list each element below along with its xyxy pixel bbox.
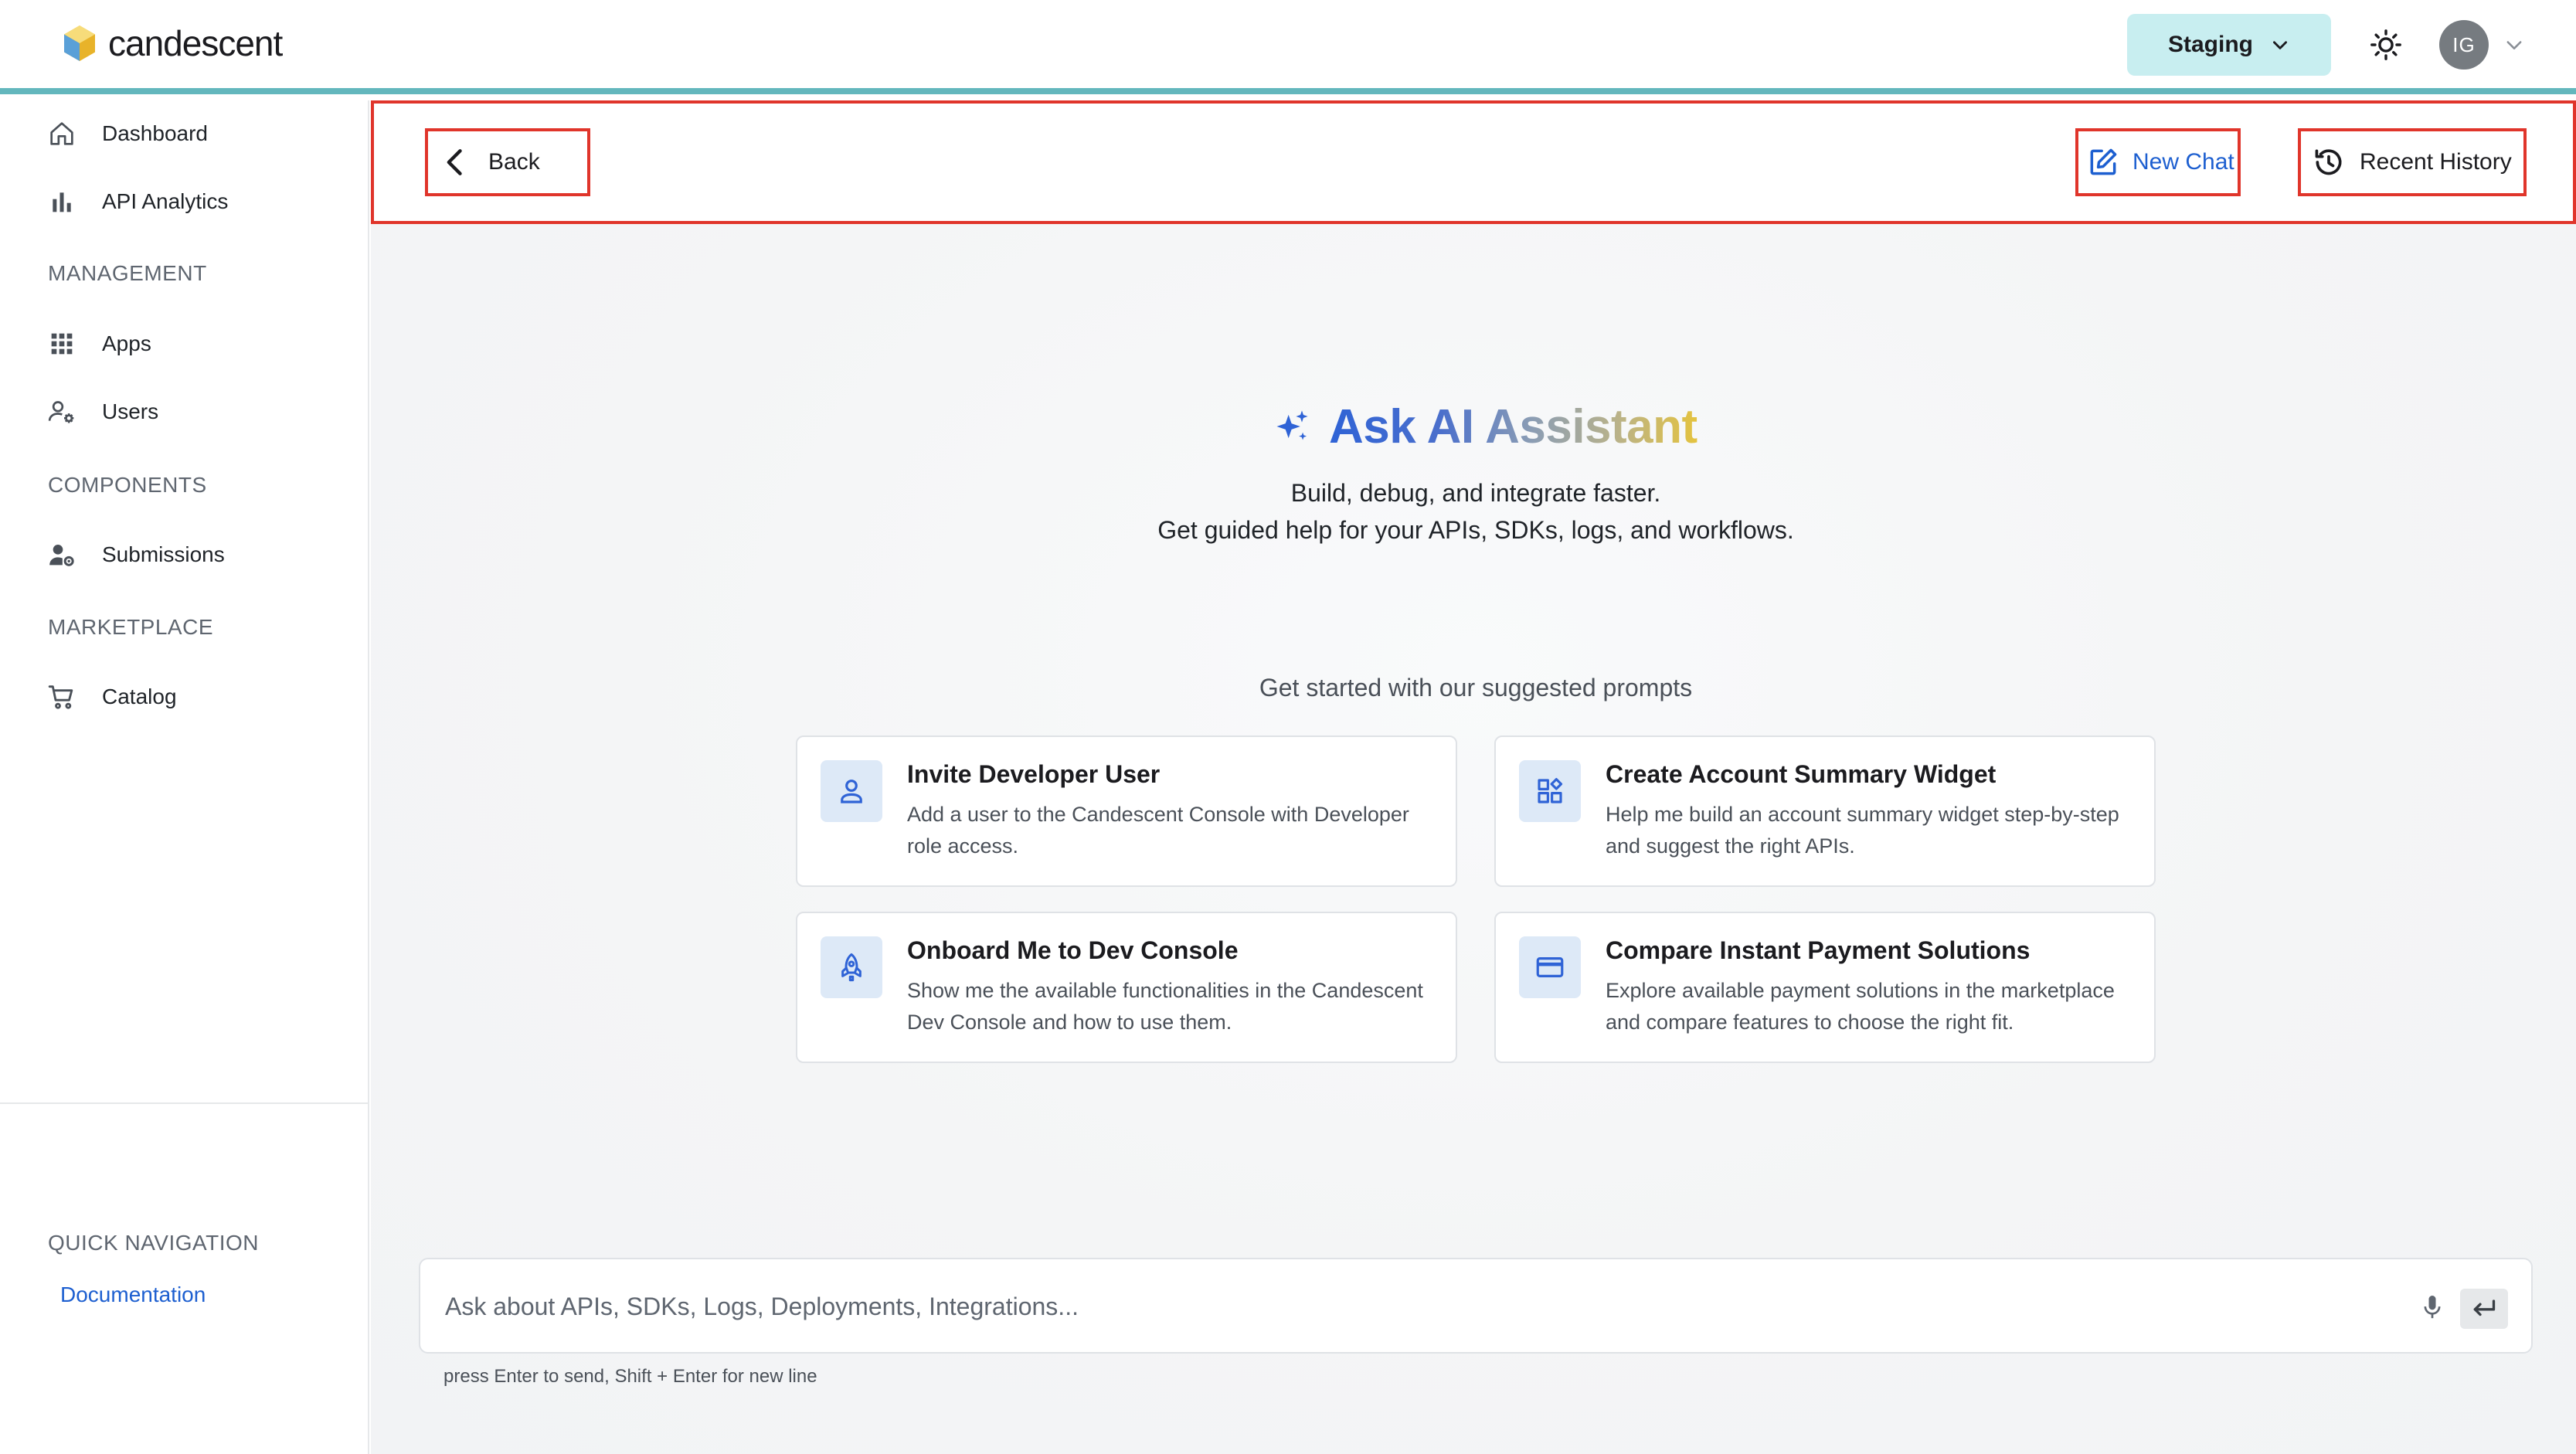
assistant-title: Ask AI Assistant (1329, 399, 1698, 454)
suggestion-card-onboard-dev-console[interactable]: Onboard Me to Dev Console Show me the av… (796, 912, 1457, 1063)
assistant-heading: Ask AI Assistant (1272, 396, 1698, 457)
user-settings-icon (48, 401, 74, 423)
sidebar-item-label: Dashboard (102, 121, 208, 145)
sidebar-item-dashboard[interactable]: Dashboard (46, 110, 208, 157)
chat-input[interactable] (445, 1282, 2377, 1330)
sparkles-icon (1276, 410, 1308, 440)
microphone-button[interactable] (2411, 1286, 2454, 1329)
section-label-quick-navigation: QUICK NAVIGATION (48, 1231, 259, 1255)
enter-key-icon (2473, 1299, 2496, 1316)
home-icon (50, 122, 73, 145)
section-label-management: MANAGEMENT (48, 261, 207, 285)
assistant-subtitle-line-1: Build, debug, and integrate faster. (1290, 479, 1661, 507)
user-icon (841, 780, 862, 803)
suggestion-card-invite-developer[interactable]: Invite Developer User Add a user to the … (796, 735, 1457, 887)
send-hint: press Enter to send, Shift + Enter for n… (443, 1366, 817, 1387)
sidebar-item-label: Submissions (102, 542, 225, 566)
chevron-down-icon[interactable] (2503, 34, 2525, 56)
sidebar-item-label: Apps (102, 331, 151, 355)
suggestion-card-compare-payment-solutions[interactable]: Compare Instant Payment Solutions Explor… (1494, 912, 2156, 1063)
theme-toggle-button[interactable] (2364, 23, 2408, 66)
suggested-prompts-label: Get started with our suggested prompts (1259, 674, 1693, 702)
card-icon-frame (1519, 760, 1581, 822)
section-label-components: COMPONENTS (48, 473, 207, 497)
card-description: Show me the available functionalities in… (907, 979, 1423, 1034)
sidebar-item-api-analytics[interactable]: API Analytics (46, 178, 228, 225)
send-button[interactable] (2460, 1289, 2508, 1329)
environment-label: Staging (2168, 32, 2253, 57)
card-description: Add a user to the Candescent Console wit… (907, 803, 1409, 858)
sidebar-item-apps[interactable]: Apps (46, 321, 151, 367)
recent-history-highlight-frame (2298, 128, 2527, 196)
section-label-marketplace: MARKETPLACE (48, 615, 213, 639)
widgets-icon (1538, 778, 1563, 803)
avatar-initials: IG (2452, 32, 2476, 56)
environment-selector[interactable]: Staging (2127, 14, 2331, 76)
documentation-link[interactable]: Documentation (60, 1282, 206, 1307)
sidebar-item-users[interactable]: Users (46, 389, 158, 435)
sidebar-item-submissions[interactable]: Submissions (46, 532, 225, 578)
back-highlight-frame (425, 128, 590, 196)
card-title: Onboard Me to Dev Console (907, 936, 1239, 964)
card-description: Explore available payment solutions in t… (1606, 979, 2115, 1034)
user-gear-icon (49, 545, 74, 566)
logo-text: candescent (108, 23, 283, 63)
sidebar-item-label: API Analytics (102, 189, 229, 213)
microphone-icon (2424, 1296, 2441, 1319)
chevron-down-icon (2273, 41, 2287, 49)
chat-composer (419, 1258, 2533, 1354)
avatar[interactable]: IG (2439, 20, 2489, 70)
new-chat-highlight-frame (2075, 128, 2241, 196)
card-title: Create Account Summary Widget (1606, 760, 1997, 788)
sun-icon (2370, 29, 2401, 60)
bar-chart-icon (53, 192, 71, 212)
toolbar-highlight-frame (371, 100, 2576, 224)
card-icon-frame (821, 760, 882, 822)
sidebar-item-label: Users (102, 399, 159, 423)
sidebar-item-label: Catalog (102, 685, 177, 708)
cart-icon (48, 685, 73, 709)
rocket-icon (841, 953, 861, 982)
top-header: candescent Staging IG (0, 0, 2576, 94)
card-description: Help me build an account summary widget … (1606, 803, 2119, 858)
card-icon-frame (821, 936, 882, 998)
credit-card-icon (1536, 957, 1564, 977)
grid-icon (51, 333, 73, 355)
assistant-subtitle-line-2: Get guided help for your APIs, SDKs, log… (1157, 516, 1794, 544)
card-icon-frame (1519, 936, 1581, 998)
logo[interactable]: candescent (62, 22, 283, 65)
main-content (371, 100, 2576, 1454)
quick-navigation-panel (0, 1102, 368, 1354)
sidebar-item-catalog[interactable]: Catalog (46, 674, 177, 720)
card-title: Invite Developer User (907, 760, 1161, 788)
suggestion-card-account-summary-widget[interactable]: Create Account Summary Widget Help me bu… (1494, 735, 2156, 887)
candescent-logo-icon (64, 25, 95, 61)
card-title: Compare Instant Payment Solutions (1606, 936, 2031, 964)
